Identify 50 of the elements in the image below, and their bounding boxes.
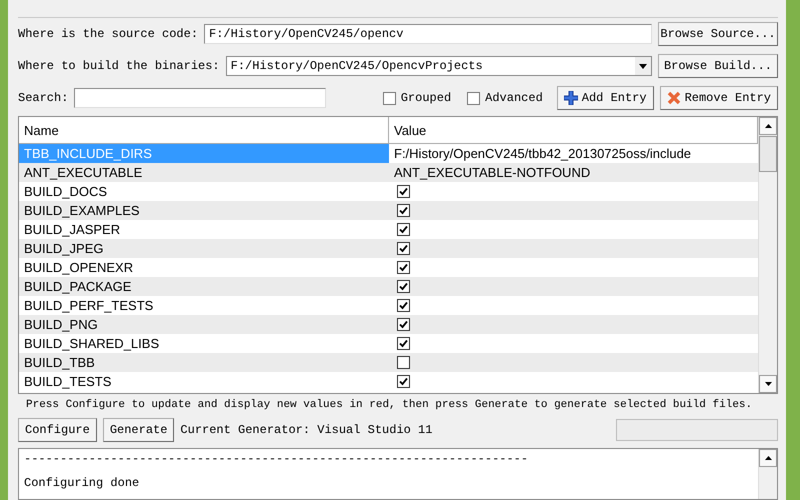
generator-label: Current Generator: Visual Studio 11 [180, 423, 432, 437]
down-arrow-icon [764, 382, 772, 386]
entry-value[interactable]: ANT_EXECUTABLE-NOTFOUND [394, 165, 590, 180]
configure-button[interactable]: Configure [18, 418, 97, 442]
option-label: Grouped [400, 91, 452, 105]
option-label: Advanced [485, 91, 543, 105]
checkbox[interactable] [397, 280, 410, 293]
plus-icon [564, 91, 578, 105]
log-line: ---------------------------------------------------------------------- [24, 453, 530, 466]
column-header[interactable]: Name [19, 117, 389, 143]
checkbox[interactable] [397, 375, 410, 388]
checkbox[interactable] [397, 356, 410, 369]
entry-name[interactable]: BUILD_SHARED_LIBS [19, 334, 389, 353]
browse-source-button[interactable]: Browse Source... [658, 22, 778, 46]
up-arrow-icon [764, 456, 772, 460]
hint-text: Press Configure to update and display new values in red, then press Generate to generate selected build files. [26, 399, 752, 411]
entry-name[interactable]: BUILD_PERF_TESTS [19, 296, 389, 315]
cross-icon [666, 91, 681, 105]
source-label: Where is the source code: [18, 27, 198, 41]
build-label: Where to build the binaries: [18, 59, 220, 73]
generate-button[interactable]: Generate [102, 418, 174, 442]
source-field[interactable]: F:/History/OpenCV245/opencv [204, 24, 652, 44]
build-dropdown[interactable]: F:/History/OpenCV245/OpencvProjects [226, 56, 652, 76]
checkbox[interactable] [397, 223, 410, 236]
checkbox[interactable] [397, 261, 410, 274]
entry-name[interactable]: ANT_EXECUTABLE [19, 163, 389, 182]
entry-name[interactable]: BUILD_OPENEXR [19, 258, 389, 277]
checkbox[interactable] [397, 204, 410, 217]
browse-build-button[interactable]: Browse Build... [658, 54, 778, 78]
caret-icon [639, 64, 647, 68]
checkbox[interactable] [397, 337, 410, 350]
scrollbar[interactable] [758, 449, 777, 499]
entry-name[interactable]: BUILD_DOCS [19, 182, 389, 201]
checkbox[interactable] [382, 92, 396, 104]
entry-value[interactable]: F:/History/OpenCV245/tbb42_20130725oss/include [394, 146, 692, 161]
checkbox[interactable] [467, 92, 480, 104]
checkbox[interactable] [397, 242, 410, 255]
entry-name[interactable]: BUILD_JASPER [19, 220, 389, 239]
up-arrow-icon [764, 124, 772, 128]
checkbox[interactable] [397, 185, 410, 198]
search-label: Search: [18, 91, 68, 105]
scrollbar-thumb[interactable] [759, 136, 777, 172]
log-line: Configuring done [24, 477, 140, 490]
search-field[interactable] [74, 88, 326, 108]
add-entry-button[interactable]: Add Entry [556, 86, 654, 110]
checkbox[interactable] [397, 318, 410, 331]
entry-name[interactable]: BUILD_TESTS [19, 372, 389, 391]
checkbox[interactable] [397, 299, 410, 312]
scrollbar[interactable] [758, 117, 777, 393]
remove-entry-button[interactable]: Remove Entry [660, 86, 778, 110]
